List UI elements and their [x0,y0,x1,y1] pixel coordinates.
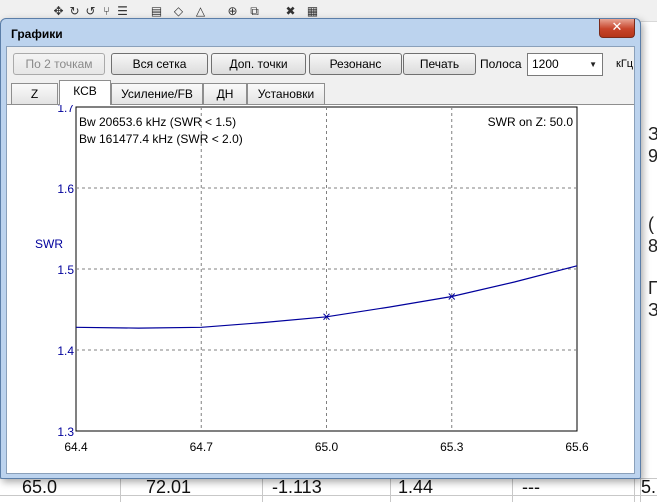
copy-icon[interactable]: ⧉ [248,5,261,18]
y-tick-label: 1.4 [57,344,74,358]
background-grid-line [262,478,263,502]
bandwidth-annotation-2: Bw 161477.4 kHz (SWR < 2.0) [79,132,243,146]
background-cell: 65.0 [22,477,58,497]
dialog-titlebar[interactable]: Графики ✕ [1,19,640,45]
background-cell: -1.113 [272,477,322,497]
tab-gain-fb[interactable]: Усиление/FB [111,83,203,104]
triangle-icon[interactable]: △ [194,5,207,18]
bandwidth-annotation-1: Bw 20653.6 kHz (SWR < 1.5) [79,115,236,129]
y-tick-label: 1.6 [57,182,74,196]
background-grid-line [120,478,121,502]
background-cell: 5. [641,477,657,497]
print-button[interactable]: Печать [403,53,476,75]
eraser-icon[interactable]: ◇ [172,5,185,18]
close-button[interactable]: ✕ [599,19,635,38]
background-text-fragment: 8 [648,236,657,256]
reload-icon[interactable]: ↺ [84,5,97,18]
dialog-title: Графики [11,27,63,41]
background-cell: 72.01 [146,477,192,497]
graphs-dialog: Графики ✕ По 2 точкам Вся сетка Доп. точ… [0,18,641,479]
rotate-icon[interactable]: ↻ [68,5,81,18]
y-tick-label: 1.3 [57,425,74,439]
x-tick-label: 64.4 [64,440,88,454]
dialog-client-area: По 2 точкам Вся сетка Доп. точки Резонан… [6,46,635,474]
swr-tab-panel: 64.4 64.7 65.0 65.3 65.6 1.3 1.4 1.5 1.6 1.7 SWR … [7,104,634,473]
band-unit: кГц [616,58,634,70]
chevron-down-icon[interactable]: ▼ [589,54,597,75]
x-tick-label: 64.7 [190,440,214,454]
split-icon[interactable]: ⑂ [100,5,113,18]
move-icon[interactable]: ✥ [52,5,65,18]
x-tick-label: 65.6 [565,440,589,454]
swr-chart: 64.4 64.7 65.0 65.3 65.6 1.3 1.4 1.5 1.6 1.7 SWR … [35,105,589,454]
tools-icon[interactable]: ✖ [284,5,297,18]
background-text-fragment: 9 [648,146,657,166]
tab-pattern[interactable]: ДН [203,83,247,104]
x-tick-label: 65.3 [440,440,464,454]
background-text-fragment: П [648,278,657,298]
resonance-button[interactable]: Резонанс [309,53,402,75]
target-icon[interactable]: ⊕ [226,5,239,18]
document-icon[interactable]: ▤ [150,5,163,18]
tab-settings[interactable]: Установки [247,83,325,104]
background-text-fragment: ( [648,214,654,234]
y-tick-label: 1.5 [57,263,74,277]
y-axis-label: SWR [35,237,63,251]
tab-swr[interactable]: КСВ [59,80,111,105]
x-tick-label: 65.0 [315,440,339,454]
band-select-value: 1200 [532,57,559,71]
ladder-icon[interactable]: ☰ [116,5,129,18]
background-cell: 1.44 [398,477,434,497]
background-text-fragment: ЗА [648,300,657,320]
background-grid-line [0,495,657,496]
background-grid-line [390,478,391,502]
y-tick-label: 1.7 [57,105,74,115]
tab-z[interactable]: Z [11,83,58,104]
calculator-icon[interactable]: ▦ [306,5,319,18]
background-text-fragment: З [648,124,657,144]
band-select[interactable]: 1200 ▼ [527,53,603,76]
background-cell: --- [522,477,540,497]
background-grid-line [512,478,513,502]
by-two-points-button[interactable]: По 2 точкам [13,53,105,75]
background-grid-line [634,478,635,502]
band-label: Полоса [480,57,522,71]
close-icon: ✕ [611,20,623,35]
whole-grid-button[interactable]: Вся сетка [111,53,208,75]
extra-points-button[interactable]: Доп. точки [211,53,306,75]
swr-reference-annotation: SWR on Z: 50.0 [488,115,574,129]
